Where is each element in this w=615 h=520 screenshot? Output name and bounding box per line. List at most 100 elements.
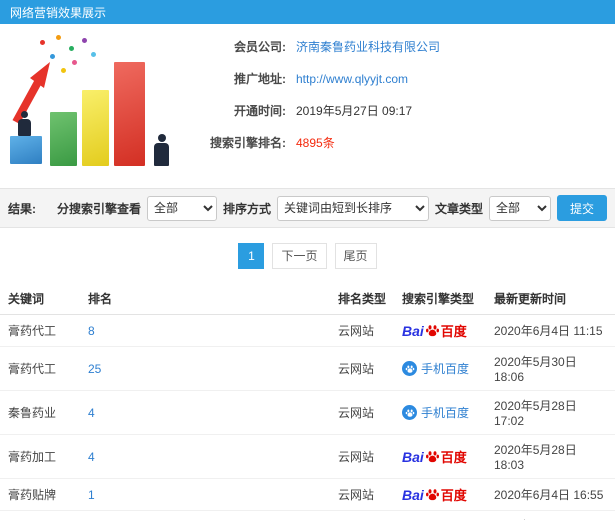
info-row-open-time: 开通时间: 2019年5月27日 09:17 bbox=[178, 102, 607, 119]
confetti-dot bbox=[61, 68, 66, 73]
businessman-figure bbox=[18, 111, 31, 136]
rank-cell[interactable]: 8 bbox=[80, 314, 330, 347]
confetti-dot bbox=[91, 52, 96, 57]
results-table-body: 膏药代工 8 云网站 Bai 百度 2020年6月4日 11:15 膏药代工 2… bbox=[0, 314, 615, 520]
engine-cell: 手机百度 bbox=[394, 390, 486, 435]
keyword-cell: 膏药代工 bbox=[0, 314, 80, 347]
keyword-cell: 膏药代工 bbox=[0, 346, 80, 391]
app-window: 网络营销效果展示 会员公司: 济南秦鲁药业科技有限公司 推广地址: http:/… bbox=[0, 0, 615, 520]
baidu-logo-cn-text: 百度 bbox=[440, 324, 467, 339]
promo-url-label: 推广地址: bbox=[234, 72, 286, 86]
keyword-cell: 秦鲁药业 bbox=[0, 390, 80, 435]
keyword-cell: 膏药加工 bbox=[0, 434, 80, 479]
confetti-dot bbox=[72, 60, 77, 65]
updated-cell: 2020年5月28日 16:55 bbox=[486, 510, 615, 520]
baidu-pc-logo: Bai 百度 bbox=[402, 447, 467, 466]
businessman-figure bbox=[154, 134, 169, 166]
confetti-dot bbox=[56, 35, 61, 40]
confetti-dot bbox=[40, 40, 45, 45]
result-label: 结果: bbox=[8, 201, 36, 216]
updated-cell: 2020年5月28日 18:03 bbox=[486, 434, 615, 479]
rank-cell[interactable]: 4 bbox=[80, 390, 330, 435]
next-page-button[interactable]: 下一页 bbox=[272, 243, 327, 269]
baidu-logo-cn-text: 百度 bbox=[440, 450, 467, 465]
promo-url-link[interactable]: http://www.qlyyjt.com bbox=[296, 72, 408, 86]
engine-filter-select[interactable]: 全部 bbox=[146, 195, 217, 221]
results-table-header: 关键词 排名 排名类型 搜索引擎类型 最新更新时间 bbox=[0, 283, 615, 315]
mobile-baidu-label: 手机百度 bbox=[421, 362, 470, 376]
results-table: 关键词 排名 排名类型 搜索引擎类型 最新更新时间 膏药代工 8 云网站 Bai… bbox=[0, 283, 615, 520]
article-type-select[interactable]: 全部 bbox=[488, 195, 551, 221]
rank-cell[interactable]: 25 bbox=[80, 346, 330, 391]
page-header: 网络营销效果展示 bbox=[0, 0, 615, 24]
baidu-paw-icon bbox=[425, 451, 439, 463]
baidu-pc-logo: Bai 百度 bbox=[402, 321, 467, 340]
rank-type-cell: 云网站 bbox=[330, 510, 394, 520]
engine-cell: Bai 百度 bbox=[394, 314, 486, 347]
baidu-paw-icon bbox=[425, 325, 439, 337]
baidu-logo-text: Bai bbox=[402, 322, 424, 339]
baidu-logo-text: Bai bbox=[402, 448, 424, 465]
mobile-baidu-paw-icon bbox=[402, 405, 417, 420]
engine-cell: 手机百度 bbox=[394, 510, 486, 520]
rank-count-value: 4895条 bbox=[296, 136, 335, 150]
submit-button[interactable]: 提交 bbox=[556, 195, 607, 221]
updated-cell: 2020年5月30日 18:06 bbox=[486, 346, 615, 391]
rank-cell[interactable]: 1 bbox=[80, 478, 330, 511]
page-number-current[interactable]: 1 bbox=[238, 243, 265, 269]
updated-cell: 2020年6月4日 16:55 bbox=[486, 478, 615, 511]
confetti-dot bbox=[50, 54, 55, 59]
header-rank: 排名 bbox=[80, 283, 330, 315]
info-row-url: 推广地址: http://www.qlyyjt.com bbox=[178, 70, 607, 87]
header-keyword: 关键词 bbox=[0, 283, 80, 315]
info-row-company: 会员公司: 济南秦鲁药业科技有限公司 bbox=[178, 38, 607, 55]
confetti-dot bbox=[82, 38, 87, 43]
mobile-baidu-label: 手机百度 bbox=[421, 406, 470, 420]
keyword-cell: 口罩贴牌 bbox=[0, 510, 80, 520]
confetti-dot bbox=[69, 46, 74, 51]
mobile-baidu-logo: 手机百度 bbox=[402, 360, 469, 377]
rank-type-cell: 云网站 bbox=[330, 478, 394, 511]
engine-cell: Bai 百度 bbox=[394, 434, 486, 479]
baidu-pc-logo: Bai 百度 bbox=[402, 485, 467, 504]
baidu-logo-text: Bai bbox=[402, 486, 424, 503]
header-rank-type: 排名类型 bbox=[330, 283, 394, 315]
info-row-rank-count: 搜索引擎排名: 4895条 bbox=[178, 134, 607, 151]
sort-select[interactable]: 关键词由短到长排序 bbox=[276, 195, 429, 221]
baidu-paw-icon bbox=[425, 489, 439, 501]
updated-cell: 2020年6月4日 11:15 bbox=[486, 314, 615, 347]
open-time-label: 开通时间: bbox=[234, 104, 286, 118]
member-info-section: 会员公司: 济南秦鲁药业科技有限公司 推广地址: http://www.qlyy… bbox=[0, 24, 615, 188]
last-page-button[interactable]: 尾页 bbox=[334, 243, 377, 269]
mobile-baidu-logo: 手机百度 bbox=[402, 404, 469, 421]
header-updated: 最新更新时间 bbox=[486, 283, 615, 315]
chart-bar-blue bbox=[10, 136, 42, 164]
article-type-label: 文章类型 bbox=[434, 201, 483, 216]
header-engine-type: 搜索引擎类型 bbox=[394, 283, 486, 315]
rank-cell[interactable]: 29 bbox=[80, 510, 330, 520]
chart-bar-green bbox=[50, 112, 77, 166]
pagination: 1 下一页 尾页 bbox=[0, 228, 615, 283]
rank-type-cell: 云网站 bbox=[330, 434, 394, 479]
table-row: 膏药代工 25 云网站 手机百度 2020年5月30日 18:06 bbox=[0, 346, 615, 391]
open-time-value: 2019年5月27日 09:17 bbox=[296, 104, 413, 118]
rank-type-cell: 云网站 bbox=[330, 346, 394, 391]
table-row: 膏药加工 4 云网站 Bai 百度 2020年5月28日 18:03 bbox=[0, 434, 615, 479]
table-row: 口罩贴牌 29 云网站 手机百度 2020年5月28日 16:55 bbox=[0, 510, 615, 520]
engine-cell: 手机百度 bbox=[394, 346, 486, 391]
table-row: 秦鲁药业 4 云网站 手机百度 2020年5月28日 17:02 bbox=[0, 390, 615, 435]
rank-cell[interactable]: 4 bbox=[80, 434, 330, 479]
rank-count-label: 搜索引擎排名: bbox=[210, 136, 286, 150]
updated-cell: 2020年5月28日 17:02 bbox=[486, 390, 615, 435]
bar-chart-illustration bbox=[6, 34, 178, 176]
company-label: 会员公司: bbox=[234, 40, 286, 54]
mobile-baidu-paw-icon bbox=[402, 361, 417, 376]
chart-bar-red bbox=[114, 62, 145, 166]
sort-label: 排序方式 bbox=[222, 201, 271, 216]
company-link[interactable]: 济南秦鲁药业科技有限公司 bbox=[296, 38, 440, 55]
baidu-logo-cn-text: 百度 bbox=[440, 488, 467, 503]
table-row: 膏药贴牌 1 云网站 Bai 百度 2020年6月4日 16:55 bbox=[0, 478, 615, 511]
engine-filter-label: 分搜索引擎查看 bbox=[56, 201, 141, 216]
keyword-cell: 膏药贴牌 bbox=[0, 478, 80, 511]
rank-type-cell: 云网站 bbox=[330, 314, 394, 347]
